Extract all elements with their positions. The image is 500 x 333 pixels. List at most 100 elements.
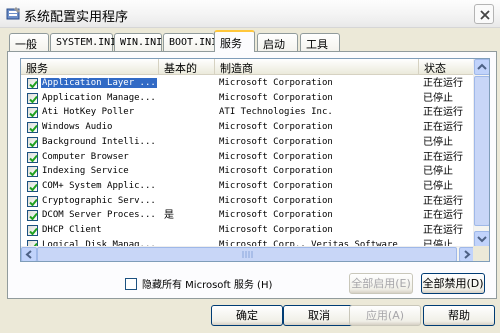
service-name: Background Intelli... — [42, 136, 156, 147]
service-status: 正在运行 — [423, 225, 463, 236]
service-checkbox[interactable] — [27, 122, 38, 134]
checkmark-icon — [29, 183, 38, 192]
table-row[interactable]: Application Layer ... Microsoft Corporati… — [21, 76, 475, 91]
service-status: 正在运行 — [423, 78, 463, 89]
table-row[interactable]: Ati HotKey Poller ATI Technologies Inc. 正在… — [21, 105, 475, 120]
close-icon — [480, 10, 490, 20]
apply-button[interactable]: 应用(A) — [349, 305, 421, 326]
service-manufacturer: Microsoft Corporation — [219, 151, 333, 162]
checkmark-icon — [29, 227, 38, 236]
service-checkbox[interactable] — [27, 136, 38, 148]
service-checkbox[interactable] — [27, 107, 38, 119]
tab-strip: 一般 SYSTEM.INI WIN.INI BOOT.INI 服务 启动 工具 — [7, 30, 497, 52]
service-name: Cryptographic Serv... — [42, 195, 156, 206]
tab-boot-ini[interactable]: BOOT.INI — [163, 33, 217, 51]
grip-icon — [242, 251, 253, 258]
checkmark-icon — [29, 213, 38, 221]
service-name: Application Layer ... — [41, 78, 157, 88]
enable-all-button[interactable]: 全部启用(E) — [349, 273, 413, 294]
tab-system-ini[interactable]: SYSTEM.INI — [50, 33, 116, 51]
service-status: 已停止 — [423, 180, 453, 192]
table-row[interactable]: Indexing Service Microsoft Corporation 已停止 — [21, 164, 475, 179]
checkmark-icon — [29, 169, 38, 177]
service-status: 已停止 — [423, 136, 453, 148]
table-row[interactable]: Cryptographic Serv... Microsoft Corporati… — [21, 194, 475, 209]
service-status: 正在运行 — [423, 195, 463, 207]
list-header: 服务 基本的 制造商 状态 — [21, 59, 475, 75]
service-manufacturer: Microsoft Corporation — [219, 136, 333, 147]
hide-ms-checkbox[interactable] — [125, 277, 137, 290]
scroll-down-button[interactable] — [474, 231, 489, 247]
column-header-status[interactable]: 状态 — [419, 59, 475, 75]
service-name: Indexing Service — [42, 166, 129, 177]
arrow-down-icon — [477, 236, 487, 243]
services-list[interactable]: 服务 基本的 制造商 状态 Application Layer ... Micro… — [20, 58, 490, 262]
service-manufacturer: Microsoft Corporation — [219, 122, 333, 133]
tab-services[interactable]: 服务 — [214, 30, 255, 52]
service-name: DCOM Server Proces... — [42, 210, 156, 221]
table-row[interactable]: DHCP Client Microsoft Corporation 正在运行 — [21, 223, 475, 238]
horizontal-scroll-thumb[interactable] — [37, 247, 457, 261]
service-status: 已停止 — [423, 92, 453, 104]
scroll-up-button[interactable] — [474, 59, 489, 75]
table-row[interactable]: Computer Browser Microsoft Corporation 正在运… — [21, 150, 475, 165]
table-row[interactable]: Application Manage... Microsoft Corporati… — [21, 91, 475, 106]
title-bar[interactable]: 系统配置实用程序 — [0, 0, 500, 28]
vertical-scroll-thumb[interactable] — [474, 76, 489, 226]
scroll-corner — [473, 246, 489, 261]
service-checkbox[interactable] — [27, 195, 38, 207]
service-checkbox[interactable] — [27, 92, 38, 104]
hide-ms-services[interactable]: 隐藏所有 Microsoft 服务 (H) — [125, 276, 272, 291]
service-checkbox[interactable] — [27, 180, 38, 192]
services-panel: 服务 基本的 制造商 状态 Application Layer ... Micro… — [7, 51, 497, 299]
table-row[interactable]: Background Intelli... Microsoft Corporati… — [21, 135, 475, 150]
service-manufacturer: Microsoft Corporation — [219, 166, 333, 177]
tab-startup[interactable]: 启动 — [257, 33, 298, 51]
checkmark-icon — [29, 110, 38, 118]
table-row[interactable]: DCOM Server Proces... 是 Microsoft Corporat… — [21, 208, 475, 223]
arrow-left-icon — [25, 250, 32, 259]
ok-button[interactable]: 确定 — [211, 305, 283, 326]
tab-general[interactable]: 一般 — [9, 33, 49, 51]
scroll-left-button[interactable] — [21, 247, 37, 261]
checkmark-icon — [29, 95, 38, 104]
service-status: 已停止 — [423, 166, 453, 178]
service-checkbox[interactable] — [27, 151, 38, 163]
horizontal-scrollbar[interactable] — [21, 246, 475, 261]
column-header-essential[interactable]: 基本的 — [159, 59, 215, 75]
window-title: 系统配置实用程序 — [24, 10, 129, 25]
hide-ms-label: 隐藏所有 Microsoft 服务 (H) — [142, 280, 273, 291]
checkmark-icon — [29, 124, 38, 133]
disable-all-button[interactable]: 全部禁用(D) — [421, 273, 485, 294]
service-name: Application Manage... — [42, 92, 156, 103]
arrow-up-icon — [477, 63, 487, 70]
column-header-manufacturer[interactable]: 制造商 — [215, 59, 419, 75]
checkmark-icon — [29, 80, 38, 89]
service-manufacturer: Microsoft Corporation — [219, 92, 333, 103]
service-status: 正在运行 — [423, 210, 463, 222]
service-essential: 是 — [164, 210, 174, 222]
vertical-scrollbar[interactable] — [473, 59, 489, 247]
table-row[interactable]: Windows Audio Microsoft Corporation 正在运行 — [21, 120, 475, 135]
service-manufacturer: ATI Technologies Inc. — [219, 107, 333, 118]
column-header-service[interactable]: 服务 — [21, 59, 159, 75]
help-button[interactable]: 帮助 — [423, 305, 495, 326]
close-button[interactable] — [474, 4, 494, 24]
checkmark-icon — [29, 198, 38, 207]
tab-win-ini[interactable]: WIN.INI — [114, 33, 162, 51]
service-name: Windows Audio — [42, 122, 113, 133]
service-manufacturer: Microsoft Corporation — [219, 225, 333, 235]
service-checkbox[interactable] — [27, 78, 38, 89]
table-row[interactable]: COM+ System Applic... Microsoft Corporati… — [21, 179, 475, 194]
service-checkbox[interactable] — [27, 225, 38, 236]
service-checkbox[interactable] — [27, 210, 38, 222]
cancel-button[interactable]: 取消 — [283, 305, 355, 326]
service-name: Computer Browser — [42, 151, 129, 162]
service-checkbox[interactable] — [27, 166, 38, 178]
tab-tools[interactable]: 工具 — [300, 33, 340, 51]
msconfig-icon — [6, 7, 20, 20]
service-name: COM+ System Applic... — [42, 180, 156, 191]
list-body: Application Layer ... Microsoft Corporati… — [21, 76, 475, 248]
service-manufacturer: Microsoft Corporation — [219, 210, 333, 221]
arrow-right-icon — [464, 250, 471, 259]
